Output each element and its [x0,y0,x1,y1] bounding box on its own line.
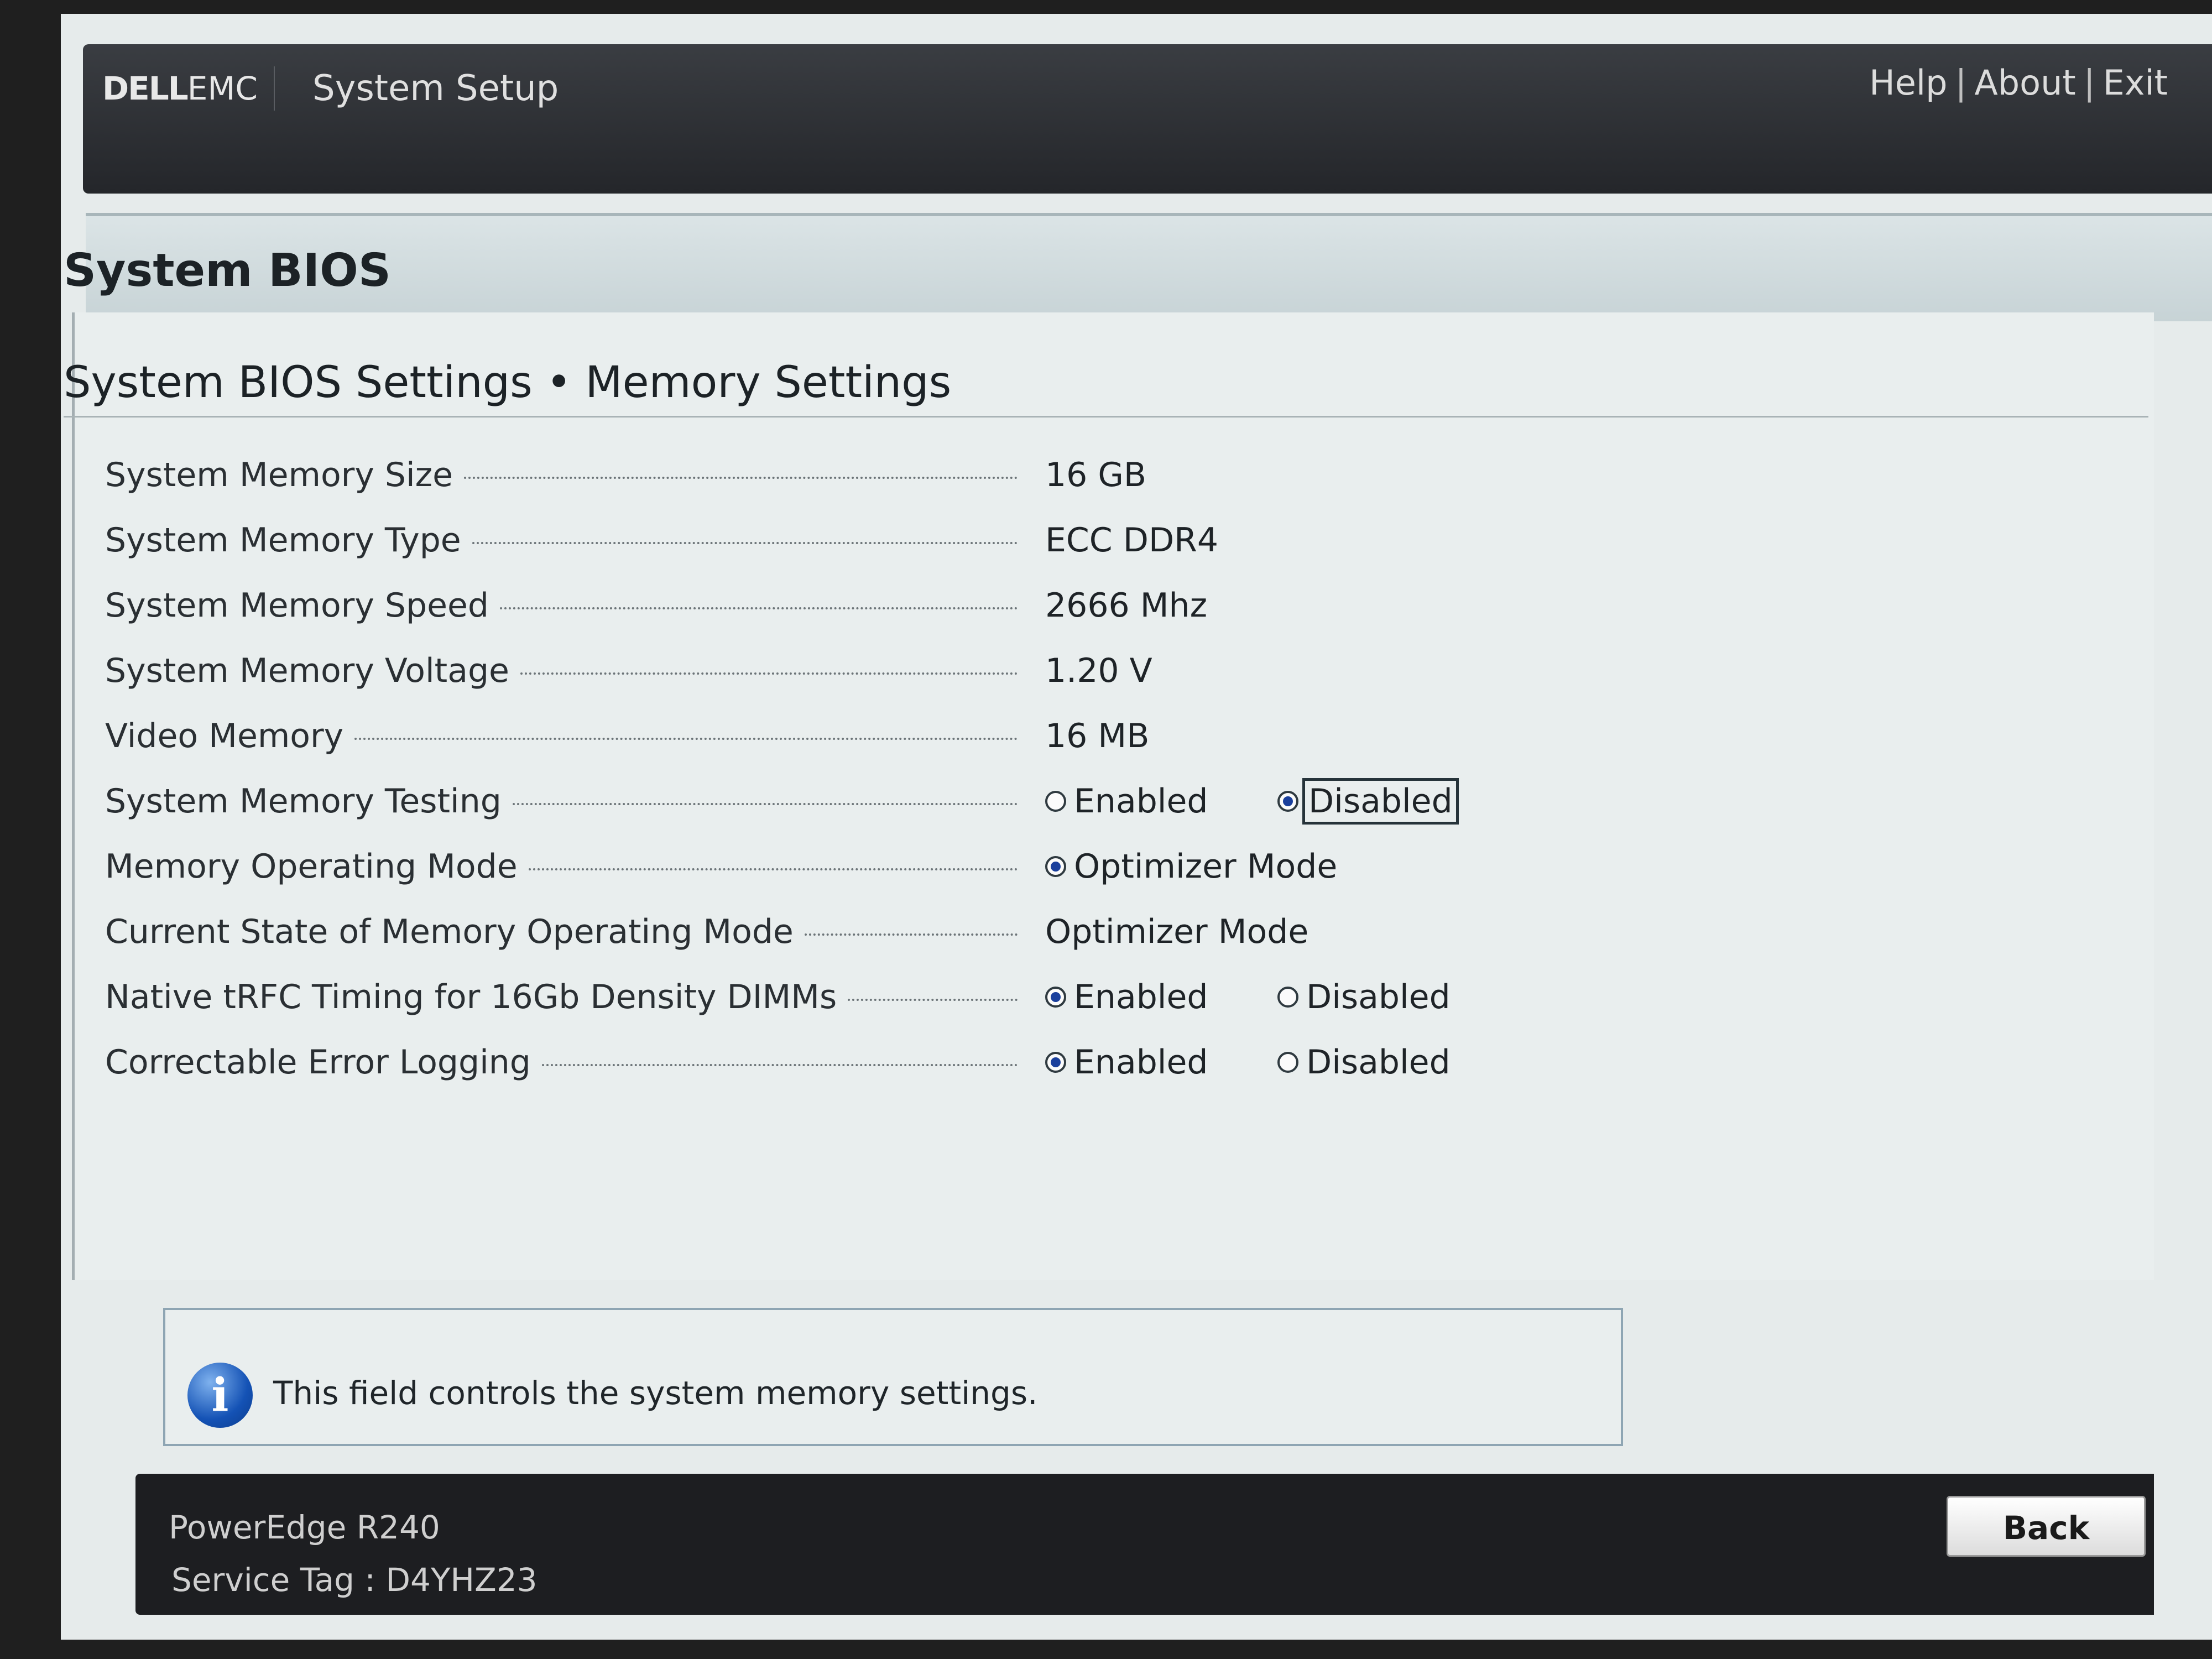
setting-label: System Memory Voltage [105,651,509,690]
help-text: This field controls the system memory se… [273,1374,1038,1412]
dotted-leader [354,738,1018,740]
setting-row-memory-size: System Memory Size 16 GB [105,442,1543,508]
setting-label: Video Memory [105,717,344,755]
setting-label: System Memory Testing [105,782,502,821]
system-model: PowerEdge R240 [169,1509,440,1546]
radio-label: Enabled [1074,978,1208,1016]
dotted-leader [512,803,1018,805]
section-divider [64,416,2148,418]
about-link[interactable]: About [1974,62,2075,103]
radio-option-enabled[interactable]: Enabled [1045,769,1208,834]
dotted-leader [464,477,1018,479]
radio-option-optimizer-mode[interactable]: Optimizer Mode [1045,834,1337,899]
dell-emc-logo: DELLEMC [102,69,258,108]
setting-label: Correctable Error Logging [105,1043,531,1082]
radio-option-enabled[interactable]: Enabled [1045,1030,1208,1095]
top-links: Help | About | Exit [1869,64,2168,102]
radio-option-disabled[interactable]: Disabled [1277,964,1451,1030]
radio-button-selected-icon[interactable] [1277,791,1298,812]
radio-label: Optimizer Mode [1074,847,1338,886]
radio-option-disabled[interactable]: Disabled [1277,1030,1451,1095]
radio-label: Enabled [1074,1043,1208,1082]
dotted-leader [520,672,1018,675]
setting-row-memory-operating-mode: Memory Operating Mode Optimizer Mode [105,834,1543,899]
setting-value: ECC DDR4 [1045,521,1219,560]
setting-row-error-logging: Correctable Error Logging Enabled Disabl… [105,1030,1543,1095]
logo-dell-text: DELL [102,70,189,107]
header-divider [274,66,275,111]
help-link[interactable]: Help [1869,62,1947,103]
app-title: System Setup [312,68,559,109]
dotted-leader [804,933,1018,936]
dotted-leader [541,1064,1018,1066]
setting-row-native-trfc: Native tRFC Timing for 16Gb Density DIMM… [105,964,1543,1030]
help-box: i This field controls the system memory … [163,1308,1623,1446]
dotted-leader [499,607,1018,609]
setting-row-video-memory: Video Memory 16 MB [105,703,1543,769]
setting-row-memory-testing: System Memory Testing Enabled Disabled [105,769,1543,834]
page-title: System BIOS [64,244,391,297]
info-icon: i [187,1363,253,1428]
setting-value: 1.20 V [1045,651,1152,690]
setting-value: Optimizer Mode [1045,912,1309,951]
radio-button-selected-icon[interactable] [1045,856,1066,877]
dotted-leader [848,999,1018,1001]
setting-label: System Memory Type [105,521,461,560]
setting-row-memory-voltage: System Memory Voltage 1.20 V [105,638,1543,703]
link-separator: | [2083,62,2095,103]
radio-label: Disabled [1306,1043,1451,1082]
radio-option-enabled[interactable]: Enabled [1045,964,1208,1030]
setting-label: Current State of Memory Operating Mode [105,912,794,951]
setting-label: System Memory Speed [105,586,489,625]
dotted-leader [472,542,1018,544]
link-separator: | [1955,62,1967,103]
setting-value: 16 MB [1045,717,1150,755]
setting-row-current-state: Current State of Memory Operating Mode O… [105,899,1543,964]
radio-label: Disabled [1306,978,1451,1016]
setting-row-memory-speed: System Memory Speed 2666 Mhz [105,573,1543,638]
setting-value: 2666 Mhz [1045,586,1208,625]
dotted-leader [528,868,1018,870]
setting-label: System Memory Size [105,456,453,494]
section-title: System BIOS Settings • Memory Settings [64,358,952,408]
radio-button-icon[interactable] [1277,987,1298,1008]
radio-button-icon[interactable] [1045,791,1066,812]
radio-button-selected-icon[interactable] [1045,987,1066,1008]
exit-link[interactable]: Exit [2103,62,2168,103]
radio-button-icon[interactable] [1277,1052,1298,1073]
settings-list: System Memory Size 16 GB System Memory T… [105,442,1543,1095]
setting-label: Memory Operating Mode [105,847,518,886]
page-title-band [86,213,2212,321]
logo-emc-text: EMC [187,70,258,107]
radio-button-selected-icon[interactable] [1045,1052,1066,1073]
setting-row-memory-type: System Memory Type ECC DDR4 [105,508,1543,573]
back-button[interactable]: Back [1947,1496,2146,1557]
radio-label: Enabled [1074,782,1208,821]
service-tag: Service Tag : D4YHZ23 [171,1561,538,1599]
setting-value: 16 GB [1045,456,1147,494]
radio-label-focused: Disabled [1302,778,1459,825]
radio-option-disabled[interactable]: Disabled [1277,769,1459,834]
setting-label: Native tRFC Timing for 16Gb Density DIMM… [105,978,837,1016]
